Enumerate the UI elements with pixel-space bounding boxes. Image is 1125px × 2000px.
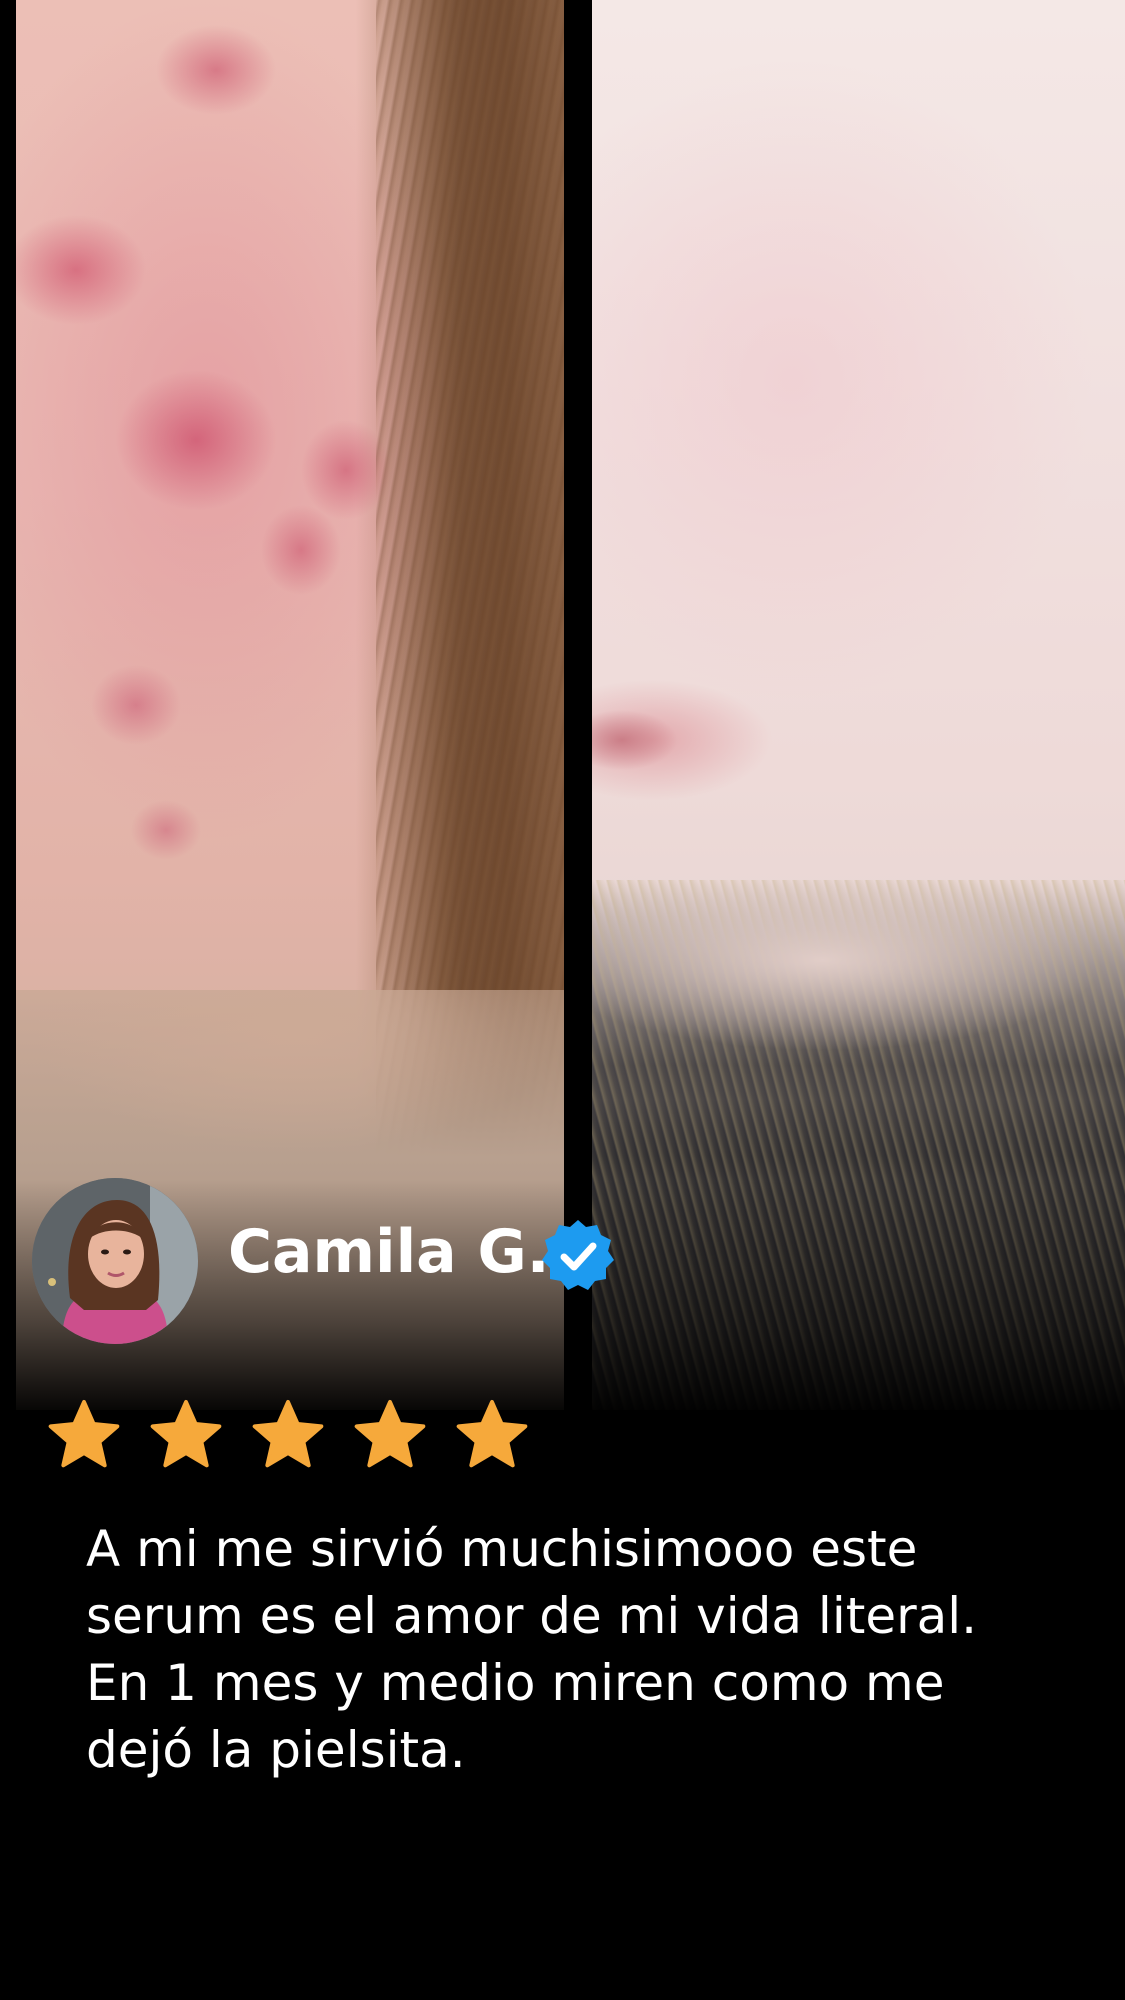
review-line: En 1 mes y medio miren como me	[86, 1654, 945, 1712]
star-rating	[44, 1396, 532, 1476]
avatar	[32, 1178, 198, 1344]
review-line: serum es el amor de mi vida literal.	[86, 1587, 978, 1645]
verified-badge-icon	[542, 1220, 614, 1290]
star-icon	[456, 1400, 528, 1468]
review-line: A mi me sirvió muchisimooo este	[86, 1520, 918, 1578]
review-text: A mi me sirvió muchisimooo este serum es…	[86, 1516, 1086, 1784]
star-icon	[354, 1400, 426, 1468]
star-icon	[150, 1400, 222, 1468]
avatar-photo-icon	[32, 1178, 198, 1344]
star-icon	[252, 1400, 324, 1468]
review-card: Camila G. A mi me sirvió muchisimooo est…	[0, 0, 1125, 2000]
star-icon	[48, 1400, 120, 1468]
reviewer-name: Camila G.	[228, 1217, 550, 1287]
review-line: dejó la pielsita.	[86, 1721, 466, 1779]
